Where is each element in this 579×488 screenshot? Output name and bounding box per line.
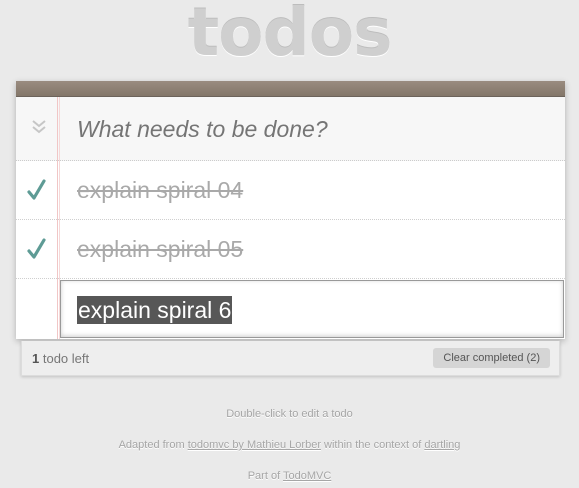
- checkmark-icon[interactable]: [26, 177, 48, 203]
- part-of-prefix: Part of: [247, 470, 281, 482]
- info-part-of: Part of TodoMVC: [0, 470, 579, 482]
- todo-count: 1 todo left: [32, 351, 89, 366]
- new-todo-input[interactable]: [77, 116, 537, 143]
- todo-edit-selected-text: explain spiral 6: [77, 296, 233, 324]
- todo-count-suffix: todo left: [42, 351, 90, 366]
- credits-prefix: Adapted from: [118, 439, 185, 451]
- editing-todo-row: explain spiral 6: [16, 279, 565, 338]
- clear-completed-button[interactable]: Clear completed (2): [433, 348, 550, 368]
- todo-app: explain spiral 04 explain spiral 05 expl…: [16, 81, 565, 339]
- todo-item-label: explain spiral 05: [77, 236, 244, 262]
- todomvc-author-link[interactable]: todomvc by Mathieu Lorber: [188, 439, 321, 451]
- todo-item-label: explain spiral 04: [77, 177, 244, 203]
- info-credits: Adapted from todomvc by Mathieu Lorber w…: [0, 439, 579, 451]
- dartling-link[interactable]: dartling: [424, 439, 460, 451]
- todo-item[interactable]: explain spiral 04: [16, 161, 565, 220]
- app-title: todos: [187, 0, 393, 71]
- credits-middle: within the context of: [324, 439, 422, 451]
- toggle-all-icon[interactable]: [30, 115, 48, 139]
- notebook-margin-line: [57, 97, 58, 339]
- todo-count-number: 1: [32, 351, 40, 366]
- todo-edit-input[interactable]: explain spiral 6: [60, 280, 564, 338]
- todo-footer: 1 todo left Clear completed (2): [21, 341, 560, 376]
- todomvc-link[interactable]: TodoMVC: [283, 470, 331, 482]
- checkmark-icon[interactable]: [26, 236, 48, 262]
- todo-item[interactable]: explain spiral 05: [16, 220, 565, 279]
- app-topbar: [16, 81, 565, 97]
- new-todo-row: [16, 97, 565, 161]
- info-hint: Double-click to edit a todo: [226, 408, 353, 420]
